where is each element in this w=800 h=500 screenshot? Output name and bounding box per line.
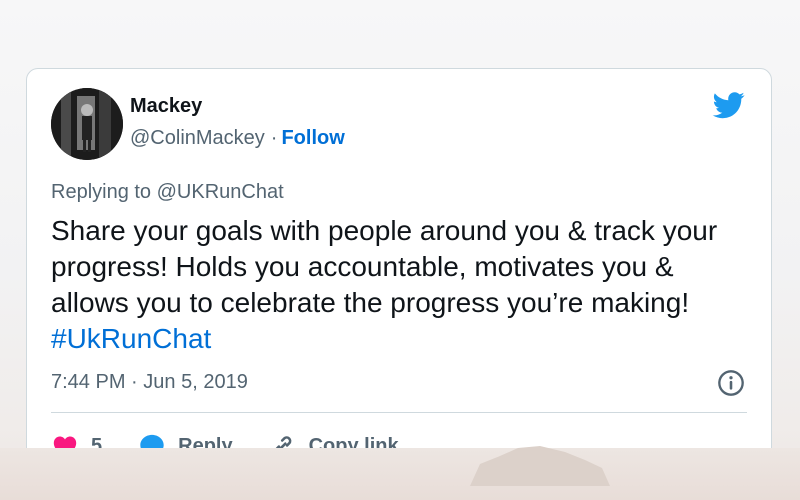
divider [51,412,747,413]
info-icon[interactable] [717,369,745,397]
tweet-time: 7:44 PM [51,371,126,393]
handle-separator: · [270,127,278,149]
tweet-body: Share your goals with people around you … [51,215,718,318]
tweet-date: Jun 5, 2019 [143,371,248,393]
avatar-photo [51,88,123,160]
twitter-bird-icon[interactable] [711,89,747,121]
author-name[interactable]: Mackey [130,95,202,118]
page-bottom-fade [0,448,800,500]
handle-row: @ColinMackey · Follow [130,127,345,150]
author-handle[interactable]: @ColinMackey [130,127,265,149]
replying-to[interactable]: Replying to @UKRunChat [51,181,284,204]
tweet-card: Mackey @ColinMackey · Follow Replying to @… [26,68,772,468]
hashtag-link[interactable]: #UkRunChat [51,323,211,354]
meta-separator: · [131,371,138,393]
tweet-timestamp[interactable]: 7:44 PM · Jun 5, 2019 [51,371,248,394]
tweet-text: Share your goals with people around you … [51,213,731,357]
background-rock-silhouette [470,446,610,486]
avatar[interactable] [51,88,123,160]
follow-button[interactable]: Follow [281,127,344,149]
